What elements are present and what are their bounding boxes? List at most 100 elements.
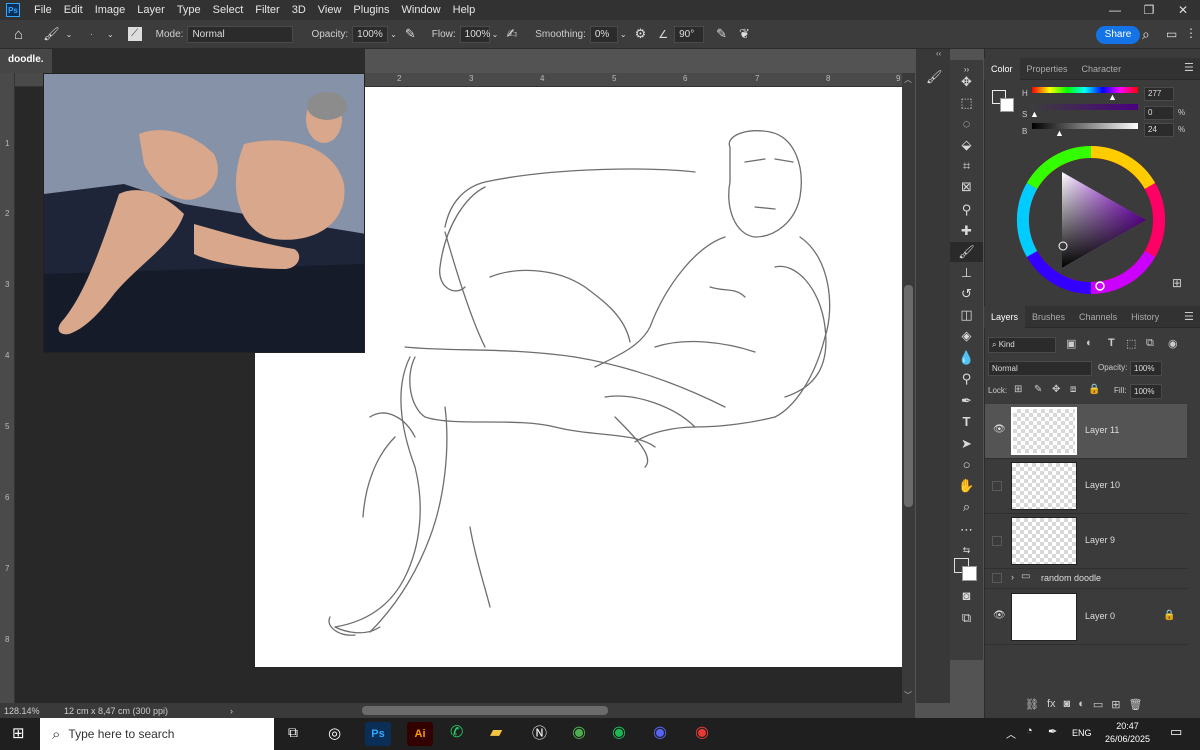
- menu-image[interactable]: Image: [89, 4, 132, 16]
- filter-smart-object-icon[interactable]: ⧉: [1146, 337, 1154, 350]
- app-icon[interactable]: ◎: [328, 724, 341, 742]
- language-indicator[interactable]: ENG: [1072, 728, 1092, 738]
- visibility-toggle[interactable]: [992, 573, 1002, 583]
- collapse-panel-icon[interactable]: ‹‹: [936, 49, 941, 58]
- menu-file[interactable]: File: [28, 4, 58, 16]
- tray-chevron-icon[interactable]: ︿: [1006, 726, 1016, 741]
- photoshop-taskbar-icon[interactable]: Ps: [365, 722, 391, 746]
- illustrator-taskbar-icon[interactable]: Ai: [407, 722, 433, 746]
- saturation-field[interactable]: 0: [1144, 106, 1174, 120]
- filter-image-icon[interactable]: ▣: [1066, 337, 1076, 350]
- network-icon[interactable]: ◔: [1026, 725, 1033, 737]
- flow-field[interactable]: 100%: [459, 25, 490, 43]
- layer-row-layer-10[interactable]: Layer 10: [985, 459, 1187, 514]
- layer-name[interactable]: Layer 0: [1085, 611, 1115, 621]
- frame-tool-icon[interactable]: ⊠: [950, 177, 983, 197]
- lock-pixels-icon[interactable]: ✎: [1034, 384, 1042, 395]
- paint-bucket-tool-icon[interactable]: ◈: [950, 326, 983, 346]
- tab-brushes[interactable]: Brushes: [1025, 306, 1072, 328]
- link-layers-icon[interactable]: ⛓: [1025, 698, 1039, 711]
- menu-edit[interactable]: Edit: [58, 4, 89, 16]
- screen-mode-icon[interactable]: ⧉: [950, 608, 983, 628]
- menu-plugins[interactable]: Plugins: [347, 4, 395, 16]
- layer-row-layer-0[interactable]: 👁 Layer 0 🔒: [985, 590, 1187, 645]
- taskbar-clock[interactable]: 20:47 26/06/2025: [1105, 720, 1150, 746]
- brush-size-icon[interactable]: ·: [90, 30, 93, 39]
- history-brush-tool-icon[interactable]: ↺: [950, 284, 983, 304]
- notion-icon[interactable]: Ⓝ: [532, 722, 547, 743]
- minimize-icon[interactable]: —: [1098, 0, 1132, 20]
- workspace-icon[interactable]: ▭: [1166, 27, 1177, 41]
- close-icon[interactable]: ✕: [1166, 0, 1200, 20]
- task-view-icon[interactable]: ⧉: [288, 724, 298, 741]
- share-button[interactable]: Share: [1096, 26, 1140, 44]
- add-mask-icon[interactable]: ◙: [1064, 698, 1071, 711]
- chevron-down-icon[interactable]: ⌄: [620, 30, 627, 39]
- pen-tool-icon[interactable]: ✒: [950, 391, 983, 411]
- chevron-right-icon[interactable]: ›: [1011, 572, 1014, 582]
- filter-adjustment-icon[interactable]: ◐: [1086, 337, 1093, 349]
- pen-icon[interactable]: ✒: [1048, 725, 1057, 738]
- horizontal-scroll-thumb[interactable]: [362, 706, 608, 715]
- visibility-toggle[interactable]: [992, 536, 1002, 546]
- tab-channels[interactable]: Channels: [1072, 306, 1124, 328]
- move-tool-icon[interactable]: ✥: [950, 72, 983, 92]
- gear-icon[interactable]: ⚙: [635, 26, 647, 42]
- path-selection-tool-icon[interactable]: ➤: [950, 434, 983, 454]
- symmetry-icon[interactable]: ❦: [739, 26, 750, 42]
- windows-start-icon[interactable]: ⊞: [12, 724, 25, 742]
- dodge-tool-icon[interactable]: ⚲: [950, 369, 983, 389]
- color-wheel[interactable]: [1016, 145, 1166, 295]
- hue-slider-handle[interactable]: ▲: [1108, 92, 1117, 102]
- object-selection-tool-icon[interactable]: ⬙: [950, 135, 983, 155]
- fill-field[interactable]: 100%: [1130, 384, 1162, 399]
- chevron-down-icon[interactable]: ⌄: [66, 30, 73, 39]
- scroll-down-icon[interactable]: ﹀: [904, 690, 912, 701]
- options-overflow-icon[interactable]: ⋮: [1185, 26, 1197, 40]
- layer-opacity-field[interactable]: 100%: [1130, 361, 1162, 376]
- lock-transparent-icon[interactable]: ⊞: [1014, 384, 1022, 395]
- menu-window[interactable]: Window: [396, 4, 447, 16]
- brightness-field[interactable]: 24: [1144, 123, 1174, 137]
- background-color-swatch[interactable]: [962, 566, 977, 581]
- zoom-level[interactable]: 128.14%: [4, 706, 60, 716]
- hue-slider[interactable]: [1032, 87, 1138, 93]
- taskbar-search[interactable]: ⌕ Type here to search: [40, 718, 274, 750]
- filter-shape-icon[interactable]: ⬚: [1126, 337, 1136, 350]
- healing-brush-tool-icon[interactable]: ✚: [950, 221, 983, 241]
- layer-name[interactable]: Layer 11: [1085, 425, 1119, 435]
- pressure-size-icon[interactable]: ✎: [716, 26, 727, 42]
- lock-position-icon[interactable]: ✥: [1052, 384, 1060, 395]
- type-tool-icon[interactable]: T: [950, 412, 983, 432]
- eraser-tool-icon[interactable]: ◫: [950, 305, 983, 325]
- layer-group-name[interactable]: random doodle: [1041, 573, 1101, 583]
- background-color-chip[interactable]: [1000, 98, 1014, 112]
- brightness-slider[interactable]: [1032, 123, 1138, 129]
- brush-settings-icon[interactable]: ⟋: [127, 27, 142, 41]
- home-icon[interactable]: ⌂: [14, 26, 23, 43]
- visibility-eye-icon[interactable]: 👁: [993, 610, 1006, 621]
- layers-panel-menu-icon[interactable]: ☰: [1184, 310, 1194, 323]
- vertical-scroll-thumb[interactable]: [904, 285, 913, 507]
- quick-mask-icon[interactable]: ◙: [950, 586, 983, 606]
- saturation-slider[interactable]: [1032, 104, 1138, 110]
- menu-type[interactable]: Type: [171, 4, 207, 16]
- saturation-slider-handle[interactable]: ▲: [1030, 109, 1039, 119]
- filter-toggle-icon[interactable]: ◉: [1168, 337, 1178, 350]
- ellipse-tool-icon[interactable]: ○: [950, 455, 983, 475]
- layer-row-layer-11[interactable]: 👁 Layer 11: [985, 404, 1187, 459]
- tab-color[interactable]: Color: [984, 57, 1020, 80]
- menu-help[interactable]: Help: [447, 4, 482, 16]
- swap-colors-icon[interactable]: ⇆: [950, 540, 983, 560]
- file-explorer-icon[interactable]: ▰: [490, 722, 502, 742]
- restore-icon[interactable]: ❐: [1132, 0, 1166, 20]
- tab-history[interactable]: History: [1124, 306, 1166, 328]
- menu-view[interactable]: View: [312, 4, 348, 16]
- marquee-tool-icon[interactable]: ⬚: [950, 93, 983, 113]
- clone-stamp-tool-icon[interactable]: ⊥: [950, 263, 983, 283]
- smoothing-field[interactable]: 0%: [589, 25, 618, 43]
- chevron-down-icon[interactable]: ⌄: [107, 30, 114, 39]
- chrome-icon[interactable]: ◉: [572, 722, 586, 742]
- menu-select[interactable]: Select: [207, 4, 250, 16]
- blend-mode-select[interactable]: Normal: [988, 361, 1092, 376]
